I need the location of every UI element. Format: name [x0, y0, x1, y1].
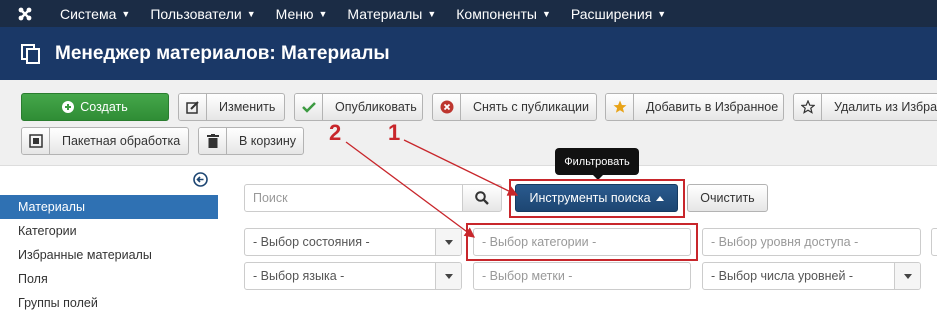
annotation-box-search-tools: [509, 179, 685, 218]
tag-select[interactable]: - Выбор метки -: [473, 262, 691, 290]
search-input[interactable]: Поиск: [244, 184, 463, 212]
sidebar-item-articles[interactable]: Материалы: [0, 195, 218, 219]
menu-content[interactable]: Материалы ▼: [337, 0, 446, 27]
sidebar: Материалы Категории Избранные материалы …: [0, 166, 218, 314]
author-select-partial[interactable]: [931, 228, 937, 256]
plus-circle-icon: [62, 101, 75, 113]
trash-icon: [199, 128, 227, 154]
create-button[interactable]: Создать: [21, 93, 169, 121]
batch-button[interactable]: Пакетная обработка: [21, 127, 189, 155]
edit-icon: [179, 94, 207, 120]
page-title: Менеджер материалов: Материалы: [55, 42, 390, 64]
star-icon: [606, 94, 634, 120]
publish-button[interactable]: Опубликовать: [294, 93, 423, 121]
annotation-box-category: [466, 223, 698, 261]
search-button[interactable]: [462, 184, 502, 212]
state-select-value: - Выбор состояния -: [253, 235, 370, 249]
levels-select-value: - Выбор числа уровней -: [711, 269, 854, 283]
collapse-sidebar-icon[interactable]: [193, 172, 208, 187]
search-icon: [475, 191, 489, 205]
feature-label: Добавить в Избранное: [646, 100, 779, 114]
unpublish-icon: [433, 94, 461, 120]
menu-label: Компоненты: [456, 5, 537, 22]
levels-select[interactable]: - Выбор числа уровней -: [702, 262, 921, 290]
menu-label: Пользователи: [150, 5, 242, 22]
unpublish-button[interactable]: Снять с публикации: [432, 93, 597, 121]
annotation-marker-1: 1: [388, 120, 401, 145]
copy-icon: [21, 43, 40, 64]
menu-label: Материалы: [347, 5, 423, 22]
create-label: Создать: [80, 100, 128, 114]
caret-down-icon: ▼: [657, 8, 667, 19]
language-select[interactable]: - Выбор языка -: [244, 262, 462, 290]
chevron-down-icon: [435, 263, 461, 289]
feature-button[interactable]: Добавить в Избранное: [605, 93, 784, 121]
sidebar-item-field-groups[interactable]: Группы полей: [0, 291, 218, 314]
filter-tooltip: Фильтровать: [555, 148, 639, 180]
menu-menus[interactable]: Меню ▼: [266, 0, 338, 27]
menu-users[interactable]: Пользователи ▼: [140, 0, 265, 27]
batch-square-icon: [22, 128, 50, 154]
publish-label: Опубликовать: [335, 100, 417, 114]
trash-label: В корзину: [239, 134, 297, 148]
caret-down-icon: ▼: [246, 8, 256, 19]
unfeature-button[interactable]: Удалить из Избран: [793, 93, 937, 121]
menu-label: Система: [60, 5, 117, 22]
batch-label: Пакетная обработка: [62, 134, 181, 148]
annotation-marker-2: 2: [329, 120, 342, 145]
chevron-down-icon: [894, 263, 920, 289]
menu-label: Меню: [275, 5, 314, 22]
menu-extensions[interactable]: Расширения ▼: [561, 0, 676, 27]
language-select-value: - Выбор языка -: [253, 269, 345, 283]
trash-button[interactable]: В корзину: [198, 127, 304, 155]
caret-down-icon: ▼: [427, 8, 437, 19]
check-icon: [295, 94, 323, 120]
unfeature-label: Удалить из Избран: [834, 100, 937, 114]
unpublish-label: Снять с публикации: [473, 100, 589, 114]
sidebar-item-categories[interactable]: Категории: [0, 219, 218, 243]
page-header: Менеджер материалов: Материалы: [0, 27, 937, 80]
sidebar-item-fields[interactable]: Поля: [0, 267, 218, 291]
edit-label: Изменить: [219, 100, 276, 114]
state-select[interactable]: - Выбор состояния -: [244, 228, 462, 256]
menu-label: Расширения: [570, 5, 653, 22]
caret-down-icon: ▼: [121, 8, 131, 19]
edit-button[interactable]: Изменить: [178, 93, 285, 121]
chevron-down-icon: [435, 229, 461, 255]
caret-down-icon: ▼: [541, 8, 551, 19]
top-navbar: Система ▼ Пользователи ▼ Меню ▼ Материалы ▼ …: [0, 0, 937, 27]
access-select[interactable]: - Выбор уровня доступа -: [702, 228, 921, 256]
clear-button[interactable]: Очистить: [687, 184, 768, 212]
sidebar-item-featured[interactable]: Избранные материалы: [0, 243, 218, 267]
caret-down-icon: ▼: [318, 8, 328, 19]
joomla-logo-icon[interactable]: [0, 0, 50, 27]
star-outline-icon: [794, 94, 822, 120]
menu-components[interactable]: Компоненты ▼: [446, 0, 561, 27]
menu-system[interactable]: Система ▼: [50, 0, 140, 27]
